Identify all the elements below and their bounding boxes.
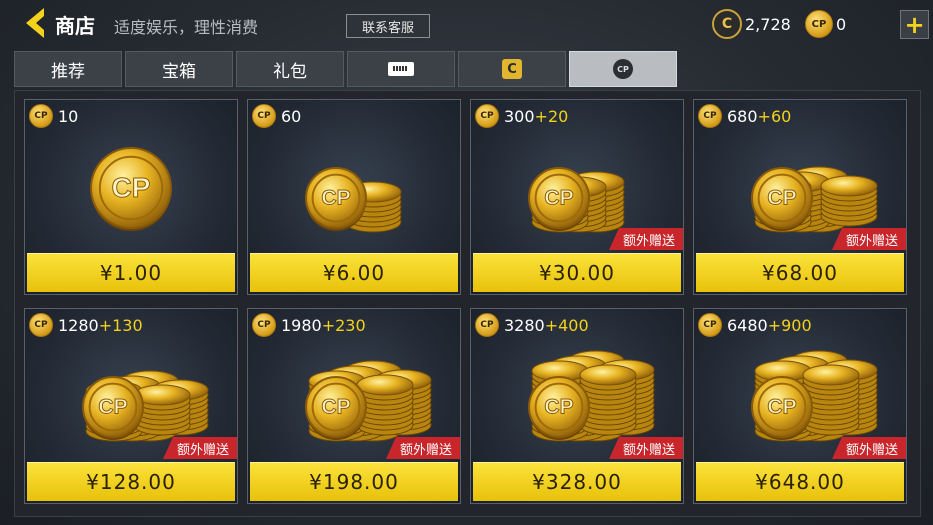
cp-amount: CP 680 +60: [698, 104, 791, 128]
cp-bonus-amount: +230: [321, 315, 366, 335]
svg-text:CP: CP: [321, 396, 350, 419]
price-button[interactable]: ¥128.00: [27, 462, 235, 501]
cp-base-amount: 1980: [281, 315, 322, 335]
svg-text:CP: CP: [98, 396, 127, 419]
cp-amount: CP 6480 +900: [698, 313, 812, 337]
c-currency-value: 2,728: [745, 14, 791, 34]
cp-bonus-amount: +130: [98, 315, 143, 335]
cp-amount: CP 300 +20: [475, 104, 568, 128]
ticket-icon: [388, 62, 414, 76]
cp-coin-icon: CP: [475, 104, 499, 128]
extra-bonus-badge: 额外赠送: [162, 437, 237, 459]
cp-coin-stack-icon: CP: [90, 147, 172, 231]
cp-icon: CP: [613, 59, 633, 79]
c-icon: C: [502, 59, 522, 79]
cp-bonus-amount: +20: [534, 106, 569, 126]
extra-bonus-badge: 额外赠送: [385, 437, 460, 459]
cp-coin-icon: CP: [252, 313, 276, 337]
top-bar: 商店 适度娱乐，理性消费 联系客服 C 2,728 CP 0 +: [0, 0, 933, 48]
cp-base-amount: 1280: [58, 315, 99, 335]
cp-bonus-amount: +60: [757, 106, 792, 126]
cp-bonus-amount: +900: [767, 315, 812, 335]
cp-base-amount: 6480: [727, 315, 768, 335]
extra-bonus-badge: 额外赠送: [831, 437, 906, 459]
svg-text:CP: CP: [544, 396, 573, 419]
svg-text:CP: CP: [544, 187, 573, 210]
tab-cp-currency[interactable]: CP: [569, 51, 677, 87]
cp-coin-icon: CP: [29, 313, 53, 337]
tab-c-currency[interactable]: C: [458, 51, 566, 87]
add-currency-button[interactable]: +: [900, 10, 929, 39]
extra-bonus-badge: 额外赠送: [608, 437, 683, 459]
c-currency-balance: C 2,728: [712, 9, 791, 39]
tab-ticket[interactable]: [347, 51, 455, 87]
page-title: 商店: [55, 14, 95, 38]
cp-base-amount: 10: [58, 106, 79, 126]
price-button[interactable]: ¥68.00: [696, 253, 904, 292]
cp-base-amount: 680: [727, 106, 758, 126]
cp-amount: CP 60: [252, 104, 301, 128]
back-button[interactable]: [22, 6, 52, 40]
back-arrow-icon: [26, 8, 44, 38]
cp-amount: CP 1280 +130: [29, 313, 143, 337]
price-button[interactable]: ¥648.00: [696, 462, 904, 501]
cp-product-grid: CP 10 CP ¥1.00 CP 60 CP ¥6.00 CP 300 +20 CP 额外赠送 ¥30.…: [14, 90, 921, 517]
cp-currency-balance: CP 0: [805, 10, 846, 38]
cp-product-card[interactable]: CP 1980 +230 CP 额外赠送 ¥198.00: [247, 308, 461, 504]
svg-text:CP: CP: [767, 187, 796, 210]
cp-product-card[interactable]: CP 1280 +130 CP 额外赠送 ¥128.00: [24, 308, 238, 504]
tab-crates[interactable]: 宝箱: [125, 51, 233, 87]
price-button[interactable]: ¥198.00: [250, 462, 458, 501]
cp-coin-icon: CP: [252, 104, 276, 128]
shop-tabs: 推荐 宝箱 礼包 C CP: [14, 51, 919, 87]
extra-bonus-badge: 额外赠送: [608, 228, 683, 250]
page-subtitle: 适度娱乐，理性消费: [114, 18, 259, 37]
c-coin-icon: C: [712, 9, 742, 39]
cp-product-card[interactable]: CP 6480 +900 CP 额外赠送 ¥648.00: [693, 308, 907, 504]
cp-product-card[interactable]: CP 3280 +400 CP 额外赠送 ¥328.00: [470, 308, 684, 504]
price-button[interactable]: ¥1.00: [27, 253, 235, 292]
svg-text:CP: CP: [767, 396, 796, 419]
price-button[interactable]: ¥30.00: [473, 253, 681, 292]
cp-base-amount: 3280: [504, 315, 545, 335]
price-button[interactable]: ¥6.00: [250, 253, 458, 292]
coin-artwork: CP: [248, 130, 460, 252]
cp-currency-value: 0: [836, 14, 847, 34]
cp-coin-icon: CP: [698, 104, 722, 128]
cp-coin-icon: CP: [805, 10, 833, 38]
cp-product-card[interactable]: CP 680 +60 CP 额外赠送 ¥68.00: [693, 99, 907, 295]
tab-bundles[interactable]: 礼包: [236, 51, 344, 87]
cp-product-card[interactable]: CP 300 +20 CP 额外赠送 ¥30.00: [470, 99, 684, 295]
price-button[interactable]: ¥328.00: [473, 462, 681, 501]
cp-product-card[interactable]: CP 60 CP ¥6.00: [247, 99, 461, 295]
cp-coin-stack-icon: CP: [305, 167, 402, 233]
cp-coin-icon: CP: [698, 313, 722, 337]
cp-coin-icon: CP: [29, 104, 53, 128]
cp-amount: CP 10: [29, 104, 78, 128]
cp-base-amount: 60: [281, 106, 302, 126]
cp-coin-icon: CP: [475, 313, 499, 337]
svg-text:CP: CP: [321, 187, 350, 210]
tab-recommended[interactable]: 推荐: [14, 51, 122, 87]
contact-support-button[interactable]: 联系客服: [346, 14, 430, 38]
cp-amount: CP 3280 +400: [475, 313, 589, 337]
cp-product-card[interactable]: CP 10 CP ¥1.00: [24, 99, 238, 295]
coin-artwork: CP: [25, 130, 237, 252]
cp-amount: CP 1980 +230: [252, 313, 366, 337]
extra-bonus-badge: 额外赠送: [831, 228, 906, 250]
svg-text:CP: CP: [112, 172, 151, 203]
cp-bonus-amount: +400: [544, 315, 589, 335]
cp-base-amount: 300: [504, 106, 535, 126]
